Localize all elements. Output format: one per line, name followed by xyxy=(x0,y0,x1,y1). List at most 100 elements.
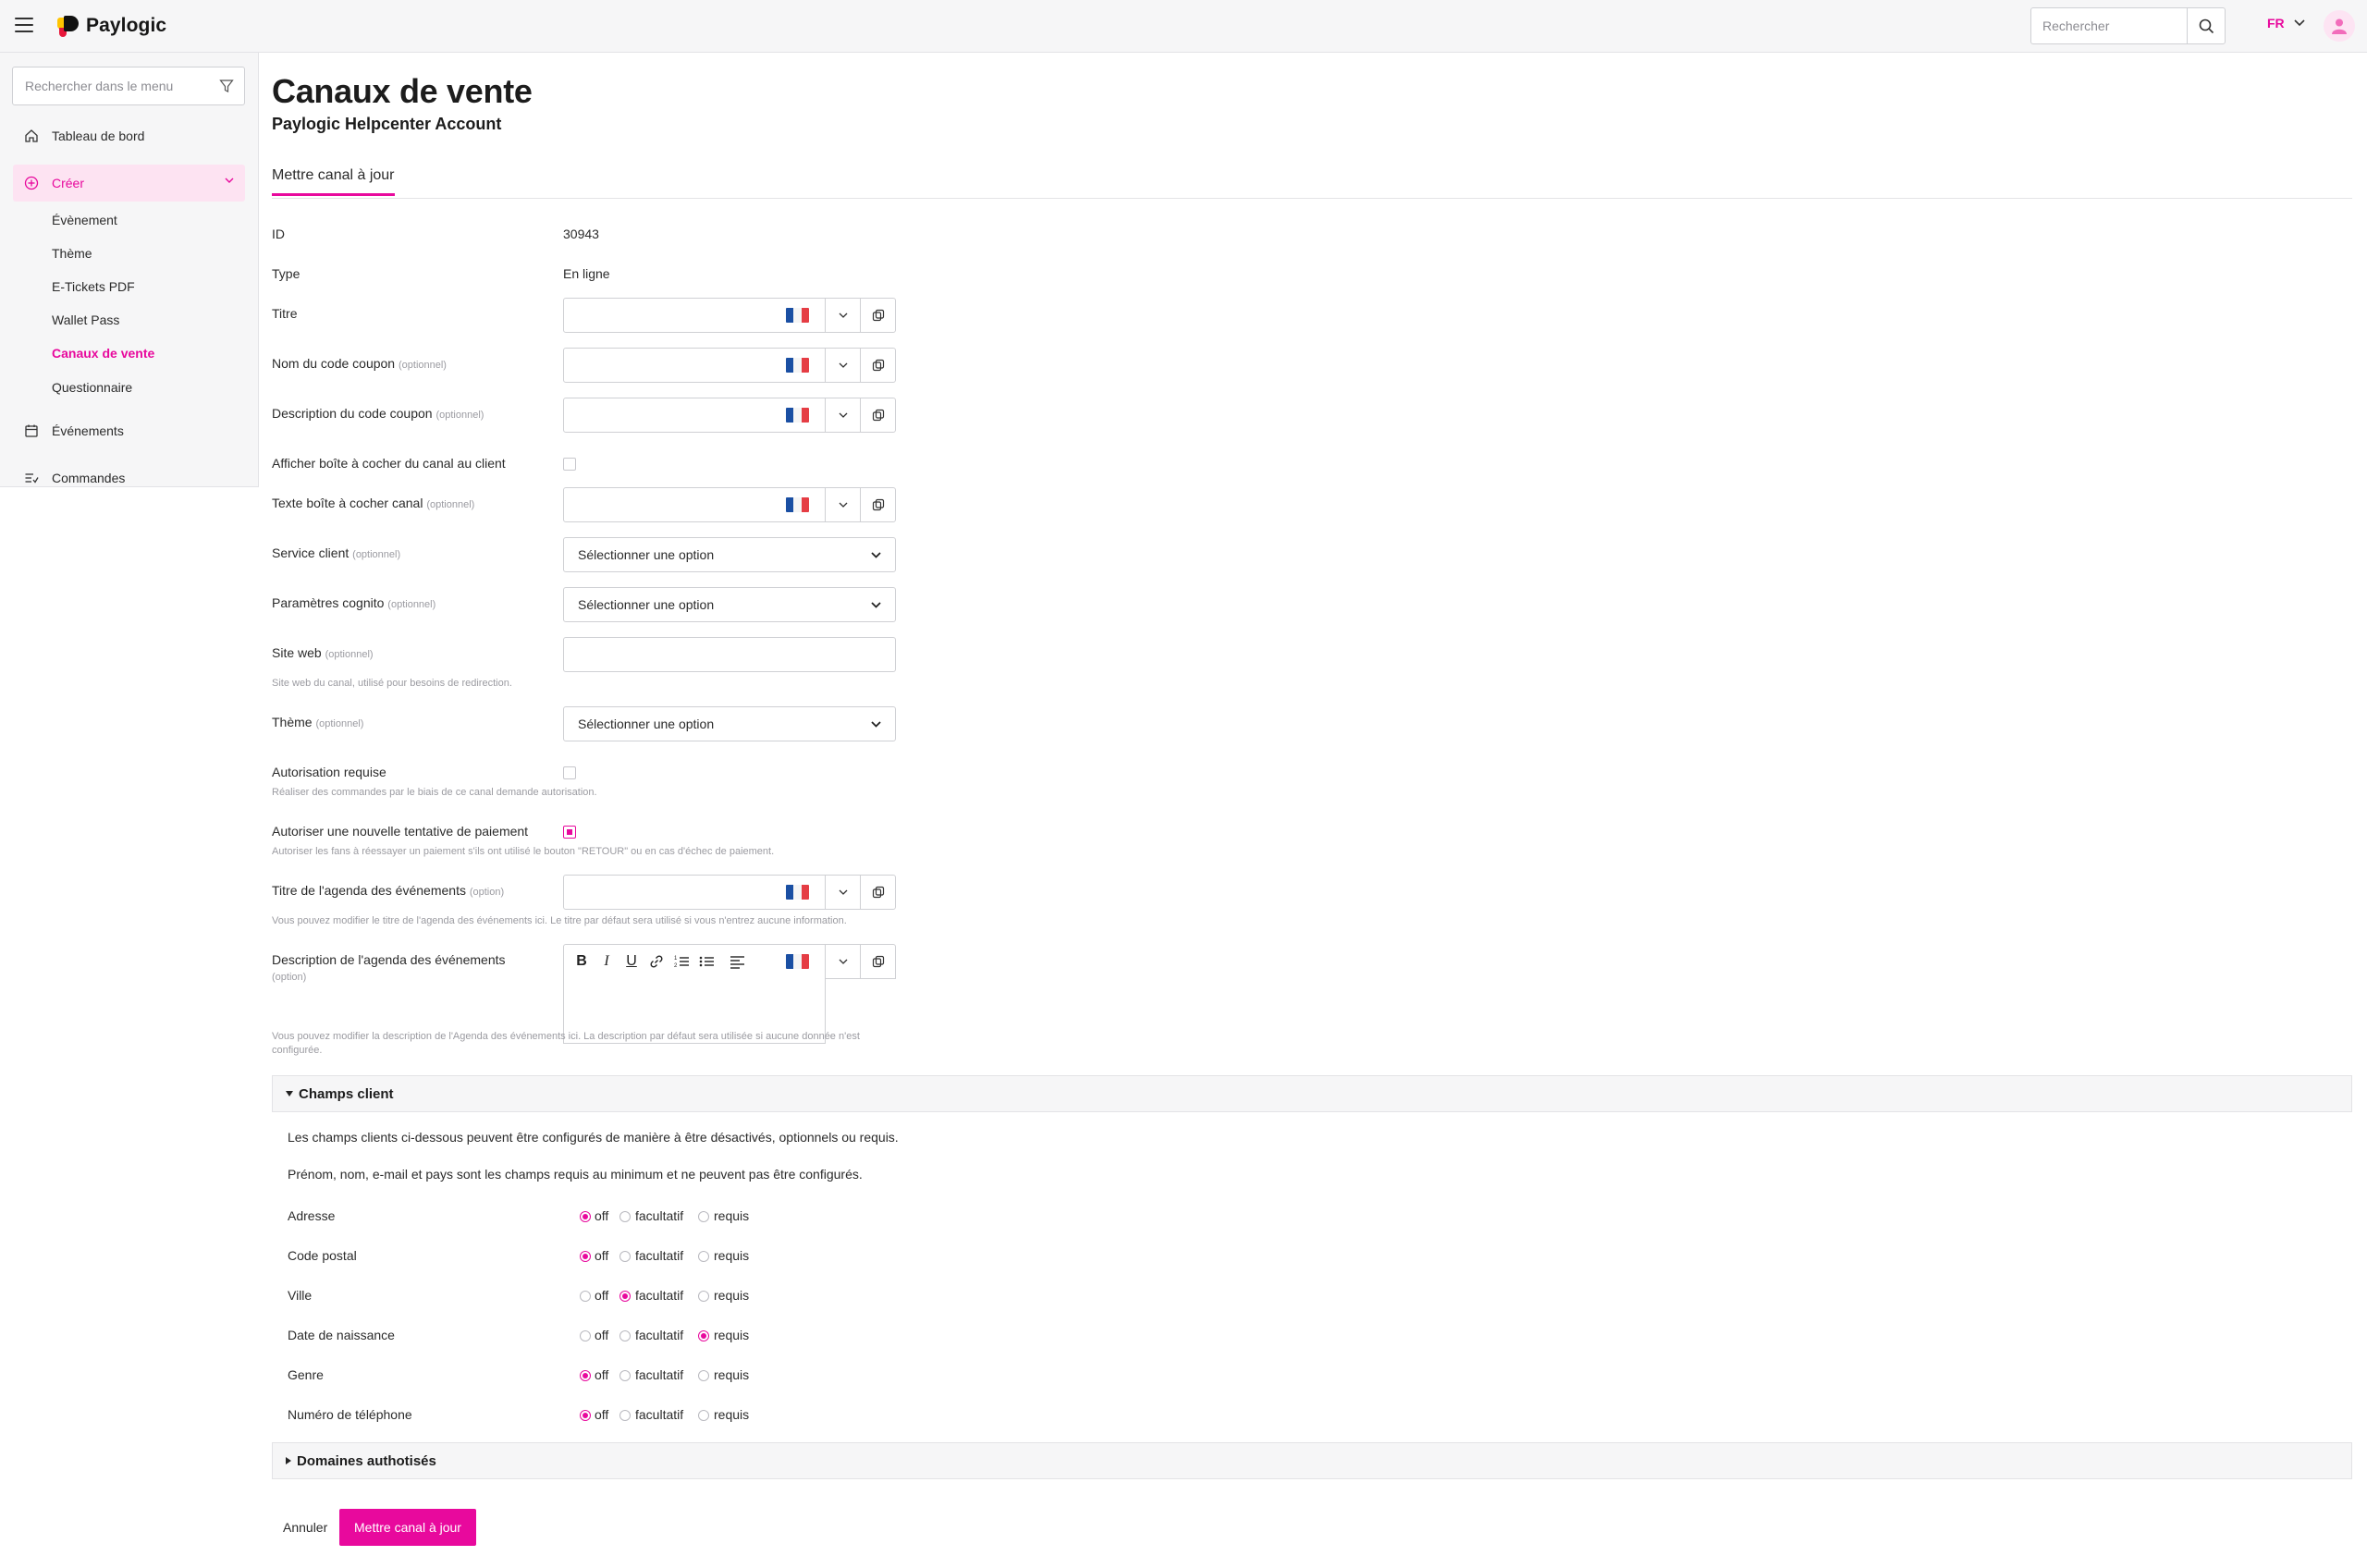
copy-translations-button[interactable] xyxy=(860,876,895,909)
sidebar-item-events[interactable]: Événements xyxy=(13,412,245,449)
align-left-icon[interactable] xyxy=(728,952,746,971)
radio-off[interactable] xyxy=(580,1251,591,1262)
radio-label-facultatif[interactable]: facultatif xyxy=(635,1208,683,1223)
radio-label-off[interactable]: off xyxy=(595,1248,608,1263)
sidebar-subitem-theme[interactable]: Thème xyxy=(52,246,92,261)
language-dropdown-button[interactable] xyxy=(825,398,860,432)
sidebar-item-orders[interactable]: Commandes xyxy=(13,459,245,496)
allowed-domains-header[interactable]: Domaines authotisés xyxy=(272,1442,2352,1479)
link-icon[interactable] xyxy=(647,952,666,971)
radio-facultatif[interactable] xyxy=(619,1291,631,1302)
language-dropdown-button[interactable] xyxy=(825,945,860,978)
page-title: Canaux de vente xyxy=(272,72,533,110)
checkbox-text-input[interactable] xyxy=(564,488,786,521)
cancel-button[interactable]: Annuler xyxy=(283,1520,327,1535)
website-input[interactable] xyxy=(563,637,896,672)
radio-facultatif[interactable] xyxy=(619,1251,631,1262)
update-channel-button[interactable]: Mettre canal à jour xyxy=(339,1509,476,1546)
payment-retry-checkbox[interactable] xyxy=(563,826,576,839)
radio-label-requis[interactable]: requis xyxy=(714,1288,749,1303)
radio-label-facultatif[interactable]: facultatif xyxy=(635,1288,683,1303)
sidebar-item-label: Événements xyxy=(52,423,124,438)
filter-icon[interactable] xyxy=(219,79,234,93)
customer-field-label: Adresse xyxy=(288,1208,336,1223)
radio-off[interactable] xyxy=(580,1410,591,1421)
agenda-title-input[interactable] xyxy=(564,876,786,909)
radio-facultatif[interactable] xyxy=(619,1410,631,1421)
menu-search-input[interactable] xyxy=(13,67,207,104)
sidebar-subitem-event[interactable]: Évènement xyxy=(52,213,117,227)
radio-label-requis[interactable]: requis xyxy=(714,1248,749,1263)
radio-label-requis[interactable]: requis xyxy=(714,1328,749,1342)
language-dropdown-button[interactable] xyxy=(825,488,860,521)
global-search-input[interactable] xyxy=(2030,7,2188,44)
chevron-down-icon xyxy=(2294,19,2305,27)
hamburger-menu-icon[interactable] xyxy=(15,18,33,34)
sidebar-subitem-wallet-pass[interactable]: Wallet Pass xyxy=(52,312,119,327)
theme-select[interactable]: Sélectionner une option xyxy=(563,706,896,741)
sidebar-subitem-sales-channels[interactable]: Canaux de vente xyxy=(52,346,154,361)
radio-label-requis[interactable]: requis xyxy=(714,1407,749,1422)
radio-requis[interactable] xyxy=(698,1410,709,1421)
customer-service-select[interactable]: Sélectionner une option xyxy=(563,537,896,572)
language-dropdown-button[interactable] xyxy=(825,299,860,332)
sidebar-item-label: Commandes xyxy=(52,471,126,485)
bullet-list-icon[interactable] xyxy=(697,952,716,971)
sidebar-item-dashboard[interactable]: Tableau de bord xyxy=(13,117,245,154)
radio-requis[interactable] xyxy=(698,1291,709,1302)
radio-facultatif[interactable] xyxy=(619,1330,631,1341)
radio-label-facultatif[interactable]: facultatif xyxy=(635,1248,683,1263)
radio-off[interactable] xyxy=(580,1330,591,1341)
radio-label-requis[interactable]: requis xyxy=(714,1367,749,1382)
radio-label-off[interactable]: off xyxy=(595,1367,608,1382)
coupon-name-input[interactable] xyxy=(564,349,786,382)
sidebar-item-create[interactable]: Créer xyxy=(13,165,245,202)
copy-translations-button[interactable] xyxy=(860,349,895,382)
radio-label-off[interactable]: off xyxy=(595,1288,608,1303)
radio-facultatif[interactable] xyxy=(619,1370,631,1381)
logo[interactable]: Paylogic xyxy=(57,13,166,39)
radio-off[interactable] xyxy=(580,1291,591,1302)
radio-label-facultatif[interactable]: facultatif xyxy=(635,1367,683,1382)
section-title: Champs client xyxy=(299,1085,394,1102)
cognito-settings-select[interactable]: Sélectionner une option xyxy=(563,587,896,622)
ordered-list-icon[interactable]: 12 xyxy=(672,952,691,971)
radio-label-off[interactable]: off xyxy=(595,1407,608,1422)
copy-translations-button[interactable] xyxy=(860,398,895,432)
radio-requis[interactable] xyxy=(698,1211,709,1222)
radio-requis[interactable] xyxy=(698,1251,709,1262)
copy-translations-button[interactable] xyxy=(860,945,895,978)
language-dropdown-button[interactable] xyxy=(825,349,860,382)
sidebar-subitem-questionnaire[interactable]: Questionnaire xyxy=(52,380,132,395)
coupon-description-input[interactable] xyxy=(564,398,786,432)
tab-update-channel[interactable]: Mettre canal à jour xyxy=(272,167,395,196)
show-checkbox-checkbox[interactable] xyxy=(563,458,576,471)
radio-requis[interactable] xyxy=(698,1370,709,1381)
radio-facultatif[interactable] xyxy=(619,1211,631,1222)
copy-translations-button[interactable] xyxy=(860,299,895,332)
bold-icon[interactable]: B xyxy=(572,952,591,971)
language-dropdown-button[interactable] xyxy=(825,876,860,909)
user-avatar[interactable] xyxy=(2324,10,2355,42)
copy-translations-button[interactable] xyxy=(860,488,895,521)
sidebar-subitem-eticket-pdf[interactable]: E-Tickets PDF xyxy=(52,279,135,294)
italic-icon[interactable]: I xyxy=(597,952,616,971)
radio-label-off[interactable]: off xyxy=(595,1208,608,1223)
radio-requis[interactable] xyxy=(698,1330,709,1341)
radio-label-off[interactable]: off xyxy=(595,1328,608,1342)
radio-label-requis[interactable]: requis xyxy=(714,1208,749,1223)
french-flag-icon xyxy=(786,876,825,909)
optional-hint: (optionnel) xyxy=(325,649,374,660)
french-flag-icon xyxy=(786,299,825,332)
copy-icon xyxy=(872,886,884,899)
customer-fields-header[interactable]: Champs client xyxy=(272,1075,2352,1112)
radio-label-facultatif[interactable]: facultatif xyxy=(635,1407,683,1422)
authorization-required-checkbox[interactable] xyxy=(563,766,576,779)
title-input[interactable] xyxy=(564,299,786,332)
language-selector[interactable]: FR xyxy=(2267,16,2305,31)
search-button[interactable] xyxy=(2187,7,2226,44)
underline-icon[interactable]: U xyxy=(622,952,641,971)
radio-off[interactable] xyxy=(580,1370,591,1381)
radio-off[interactable] xyxy=(580,1211,591,1222)
radio-label-facultatif[interactable]: facultatif xyxy=(635,1328,683,1342)
